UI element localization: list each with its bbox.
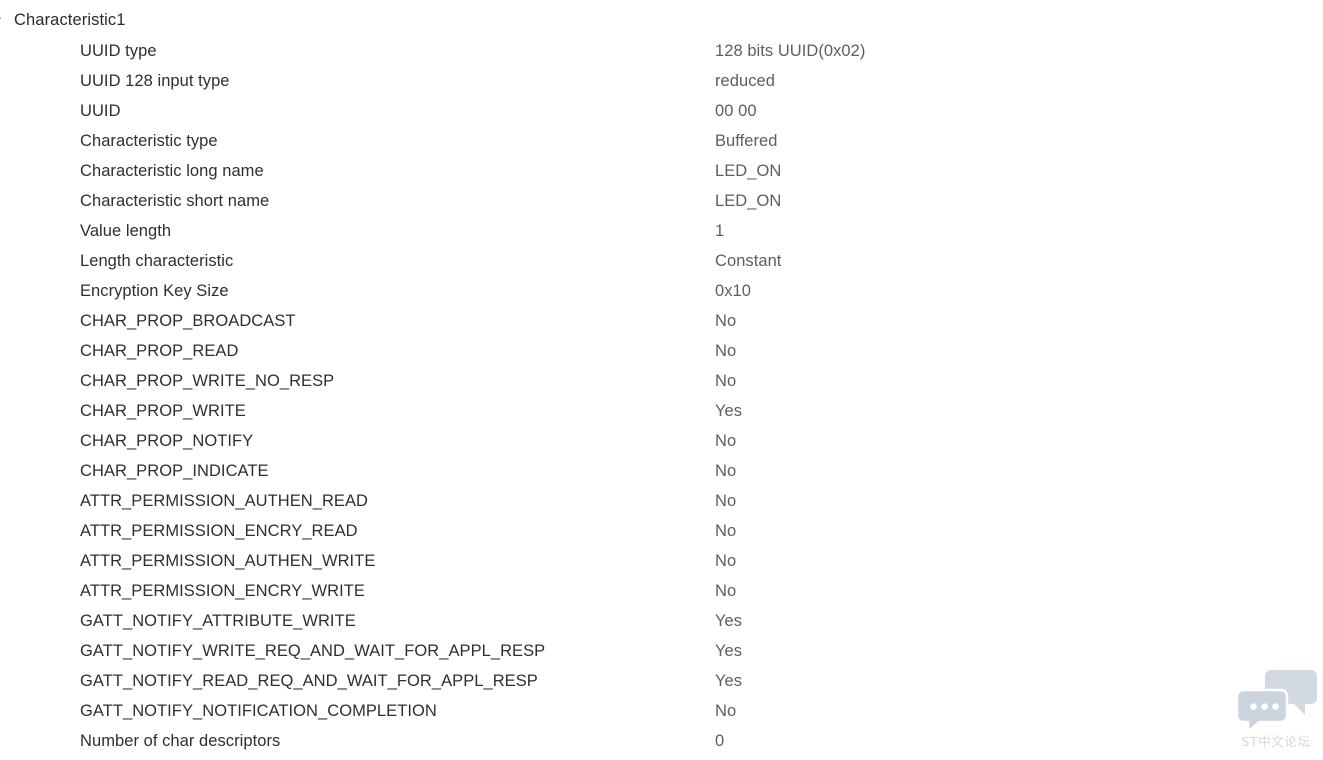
property-value[interactable]: No: [715, 696, 736, 726]
property-label: ATTR_PERMISSION_AUTHEN_WRITE: [80, 552, 376, 570]
property-value[interactable]: No: [715, 426, 736, 456]
property-label: CHAR_PROP_WRITE_NO_RESP: [80, 372, 335, 390]
property-value[interactable]: 00 00: [715, 96, 757, 126]
property-value[interactable]: No: [715, 576, 736, 606]
property-value[interactable]: Constant: [715, 246, 781, 276]
property-value[interactable]: No: [715, 486, 736, 516]
property-row[interactable]: UUID type 128 bits UUID(0x02): [0, 36, 1323, 66]
property-row[interactable]: GATT_NOTIFY_WRITE_REQ_AND_WAIT_FOR_APPL_…: [0, 636, 1323, 666]
property-value[interactable]: 0: [715, 726, 724, 756]
property-row[interactable]: Number of char descriptors 0: [0, 726, 1323, 756]
property-label: UUID type: [80, 42, 157, 60]
property-row[interactable]: CHAR_PROP_NOTIFY No: [0, 426, 1323, 456]
property-value[interactable]: LED_ON: [715, 156, 781, 186]
property-label: ATTR_PERMISSION_AUTHEN_READ: [80, 492, 369, 510]
property-row-list: UUID type 128 bits UUID(0x02) UUID 128 inp…: [0, 36, 1323, 756]
property-value[interactable]: No: [715, 546, 736, 576]
property-label: ATTR_PERMISSION_ENCRY_WRITE: [80, 582, 365, 600]
property-value[interactable]: No: [715, 366, 736, 396]
chevron-expanded-icon[interactable]: [0, 12, 10, 28]
property-label: Value length: [80, 222, 172, 240]
property-row[interactable]: ATTR_PERMISSION_ENCRY_READ No: [0, 516, 1323, 546]
property-row[interactable]: UUID 00 00: [0, 96, 1323, 126]
property-row[interactable]: Value length 1: [0, 216, 1323, 246]
property-value[interactable]: Buffered: [715, 126, 777, 156]
property-label: CHAR_PROP_READ: [80, 342, 239, 360]
property-row[interactable]: Characteristic type Buffered: [0, 126, 1323, 156]
property-row[interactable]: Characteristic long name LED_ON: [0, 156, 1323, 186]
property-row[interactable]: UUID 128 input type reduced: [0, 66, 1323, 96]
property-value[interactable]: No: [715, 516, 736, 546]
property-label: ATTR_PERMISSION_ENCRY_READ: [80, 522, 358, 540]
property-row[interactable]: ATTR_PERMISSION_ENCRY_WRITE No: [0, 576, 1323, 606]
property-row[interactable]: ATTR_PERMISSION_AUTHEN_READ No: [0, 486, 1323, 516]
property-value[interactable]: 0x10: [715, 276, 751, 306]
property-label: CHAR_PROP_WRITE: [80, 402, 246, 420]
property-value[interactable]: Yes: [715, 396, 742, 426]
property-row[interactable]: Length characteristic Constant: [0, 246, 1323, 276]
property-label: GATT_NOTIFY_READ_REQ_AND_WAIT_FOR_APPL_R…: [80, 672, 538, 690]
property-label: UUID: [80, 102, 121, 120]
property-row[interactable]: ATTR_PERMISSION_AUTHEN_WRITE No: [0, 546, 1323, 576]
property-row[interactable]: CHAR_PROP_WRITE_NO_RESP No: [0, 366, 1323, 396]
property-value[interactable]: No: [715, 456, 736, 486]
property-label: GATT_NOTIFY_ATTRIBUTE_WRITE: [80, 612, 356, 630]
property-row[interactable]: GATT_NOTIFY_NOTIFICATION_COMPLETION No: [0, 696, 1323, 726]
property-label: CHAR_PROP_INDICATE: [80, 462, 269, 480]
property-row[interactable]: CHAR_PROP_INDICATE No: [0, 456, 1323, 486]
property-label: CHAR_PROP_NOTIFY: [80, 432, 254, 450]
property-row[interactable]: CHAR_PROP_WRITE Yes: [0, 396, 1323, 426]
property-value[interactable]: No: [715, 336, 736, 366]
property-grid-panel: Characteristic1 UUID type 128 bits UUID(0…: [0, 0, 1323, 760]
property-row[interactable]: GATT_NOTIFY_READ_REQ_AND_WAIT_FOR_APPL_R…: [0, 666, 1323, 696]
property-value[interactable]: Yes: [715, 636, 742, 666]
property-label: Length characteristic: [80, 252, 234, 270]
property-value[interactable]: Yes: [715, 666, 742, 696]
property-value[interactable]: 1: [715, 216, 724, 246]
property-row[interactable]: CHAR_PROP_BROADCAST No: [0, 306, 1323, 336]
property-value[interactable]: reduced: [715, 66, 775, 96]
property-label: Encryption Key Size: [80, 282, 229, 300]
property-label: GATT_NOTIFY_WRITE_REQ_AND_WAIT_FOR_APPL_…: [80, 642, 546, 660]
tree-root-label: Characteristic1: [14, 10, 126, 29]
property-row[interactable]: Characteristic short name LED_ON: [0, 186, 1323, 216]
property-row[interactable]: GATT_NOTIFY_ATTRIBUTE_WRITE Yes: [0, 606, 1323, 636]
property-label: Characteristic type: [80, 132, 218, 150]
property-label: CHAR_PROP_BROADCAST: [80, 312, 296, 330]
property-value[interactable]: Yes: [715, 606, 742, 636]
property-label: UUID 128 input type: [80, 72, 230, 90]
property-label: Characteristic short name: [80, 192, 270, 210]
property-label: Characteristic long name: [80, 162, 264, 180]
property-row[interactable]: CHAR_PROP_READ No: [0, 336, 1323, 366]
property-label: GATT_NOTIFY_NOTIFICATION_COMPLETION: [80, 702, 437, 720]
property-label: Number of char descriptors: [80, 732, 281, 750]
tree-root-row[interactable]: Characteristic1: [0, 6, 126, 34]
property-value[interactable]: No: [715, 306, 736, 336]
property-value[interactable]: LED_ON: [715, 186, 781, 216]
property-row[interactable]: Encryption Key Size 0x10: [0, 276, 1323, 306]
property-value[interactable]: 128 bits UUID(0x02): [715, 36, 865, 66]
